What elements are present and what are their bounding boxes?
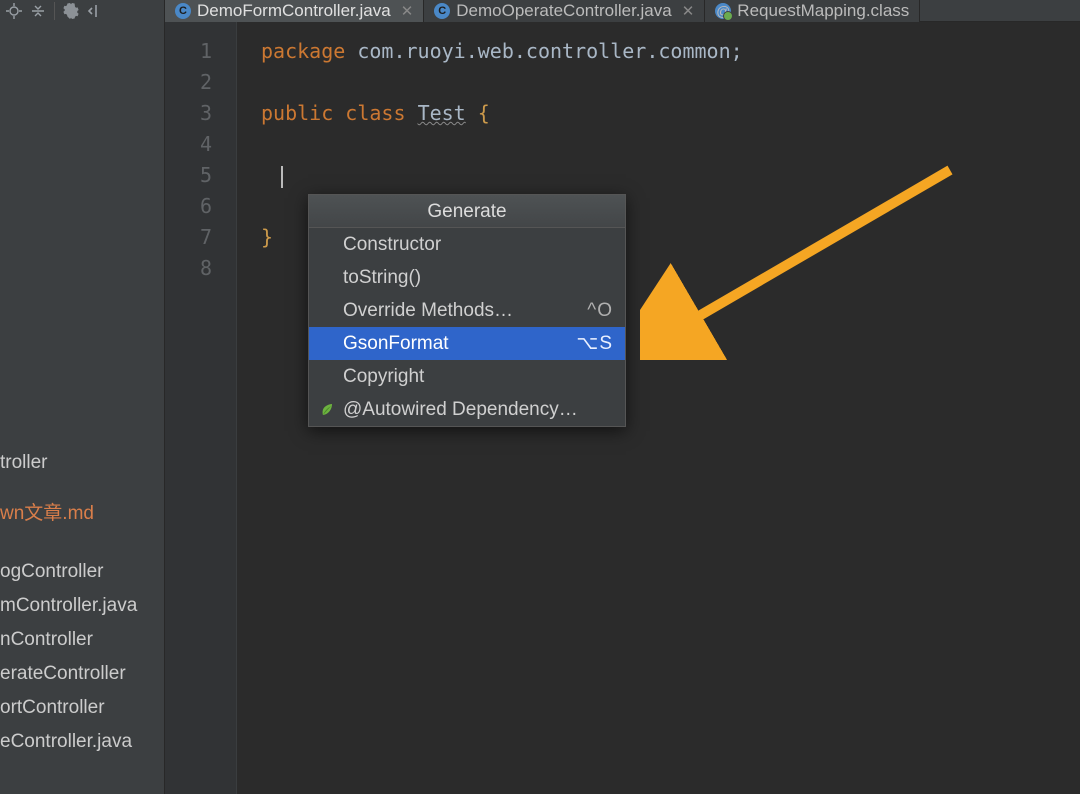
tab-label: DemoOperateController.java [456, 1, 671, 21]
java-class-icon: C [175, 3, 191, 19]
line-number[interactable]: 5 [165, 160, 236, 191]
tree-item[interactable]: erateController [0, 657, 164, 691]
editor-tabs: C DemoFormController.java ✕ C DemoOperat… [165, 0, 1080, 22]
annotation-icon: @ [715, 3, 731, 19]
popup-item-label: Copyright [343, 366, 424, 388]
java-class-icon: C [434, 3, 450, 19]
hide-icon[interactable] [87, 3, 103, 19]
generate-popup: Generate Constructor toString() Override… [308, 194, 626, 427]
tab-label: DemoFormController.java [197, 1, 391, 21]
popup-item-gsonformat[interactable]: GsonFormat ⌥S [309, 327, 625, 360]
close-icon[interactable]: ✕ [682, 2, 695, 20]
tab-requestmapping[interactable]: @ RequestMapping.class [705, 0, 920, 22]
text-caret [281, 166, 283, 188]
popup-item-override[interactable]: Override Methods… ^O [309, 294, 625, 327]
project-tree[interactable]: troller wn文章.md ogController mController… [0, 22, 165, 794]
tab-demooperate[interactable]: C DemoOperateController.java ✕ [424, 0, 705, 22]
tree-item[interactable]: troller [0, 446, 164, 480]
line-number[interactable]: 3 [165, 98, 236, 129]
tree-item[interactable]: eController.java [0, 725, 164, 759]
line-number[interactable]: 4 [165, 129, 236, 160]
tree-item[interactable]: ogController [0, 555, 164, 589]
popup-item-label: toString() [343, 267, 421, 289]
line-number[interactable]: 6 [165, 191, 236, 222]
target-icon[interactable] [6, 3, 22, 19]
popup-item-autowired[interactable]: @Autowired Dependency… [309, 393, 625, 426]
tree-item[interactable]: mController.java [0, 589, 164, 623]
line-number[interactable]: 1 [165, 36, 236, 67]
collapse-icon[interactable] [30, 3, 46, 19]
tree-item[interactable]: nController [0, 623, 164, 657]
code-line [237, 160, 1080, 191]
code-line: public class Test { [237, 98, 1080, 129]
spring-leaf-icon [319, 402, 335, 418]
tab-demoform[interactable]: C DemoFormController.java ✕ [165, 0, 424, 22]
tree-item [0, 480, 164, 492]
popup-item-copyright[interactable]: Copyright [309, 360, 625, 393]
popup-shortcut: ^O [587, 300, 613, 322]
line-number[interactable]: 2 [165, 67, 236, 98]
left-toolbar [0, 0, 165, 22]
tree-item[interactable]: ortController [0, 691, 164, 725]
tree-item [0, 543, 164, 555]
popup-item-constructor[interactable]: Constructor [309, 228, 625, 261]
tree-item [0, 531, 164, 543]
code-line: package com.ruoyi.web.controller.common; [237, 36, 1080, 67]
toolbar-divider [54, 2, 55, 20]
gear-icon[interactable] [63, 3, 79, 19]
popup-item-label: Override Methods… [343, 300, 513, 322]
popup-item-label: GsonFormat [343, 333, 449, 355]
line-number[interactable]: 7 [165, 222, 236, 253]
code-line [237, 67, 1080, 98]
code-line [237, 129, 1080, 160]
tab-label: RequestMapping.class [737, 1, 909, 21]
popup-item-tostring[interactable]: toString() [309, 261, 625, 294]
tree-item[interactable]: wn文章.md [0, 492, 164, 531]
popup-item-label: Constructor [343, 234, 441, 256]
popup-title: Generate [309, 195, 625, 228]
line-number[interactable]: 8 [165, 253, 236, 284]
line-gutter: 1 2 3 4 5 6 7 8 [165, 22, 237, 794]
popup-item-label: @Autowired Dependency… [343, 399, 578, 421]
popup-shortcut: ⌥S [576, 332, 613, 355]
close-icon[interactable]: ✕ [401, 2, 414, 20]
